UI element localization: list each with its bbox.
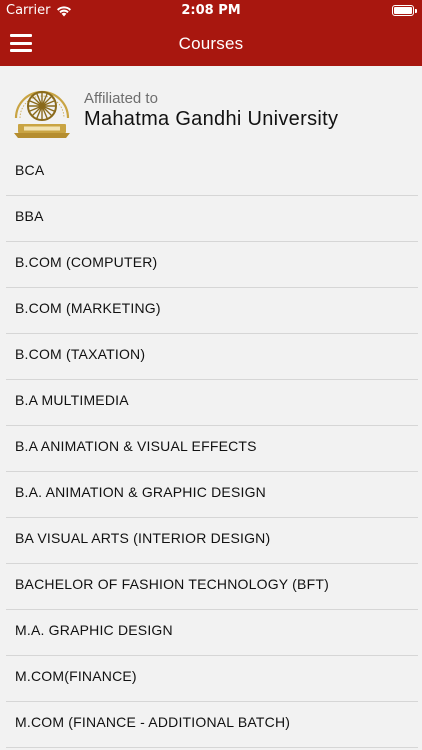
course-item-ma-graphic-design[interactable]: M.A. GRAPHIC DESIGN — [0, 610, 422, 656]
course-item-ba-animation-vfx[interactable]: B.A ANIMATION & VISUAL EFFECTS — [0, 426, 422, 472]
course-item-mcom-finance-additional[interactable]: M.COM (FINANCE - ADDITIONAL BATCH) — [0, 702, 422, 748]
course-item-bcom-taxation[interactable]: B.COM (TAXATION) — [0, 334, 422, 380]
battery-icon — [392, 5, 417, 16]
course-item-mcom-finance[interactable]: M.COM(FINANCE) — [0, 656, 422, 702]
course-list: BCA BBA B.COM (COMPUTER) B.COM (MARKETIN… — [0, 150, 422, 748]
screen: Carrier 2:08 PM Courses Affiliated to Ma… — [0, 0, 422, 750]
page-title: Courses — [178, 34, 244, 53]
course-item-ba-visual-arts[interactable]: BA VISUAL ARTS (INTERIOR DESIGN) — [0, 518, 422, 564]
course-item-bba[interactable]: BBA — [0, 196, 422, 242]
course-item-bcom-marketing[interactable]: B.COM (MARKETING) — [0, 288, 422, 334]
course-item-bft[interactable]: BACHELOR OF FASHION TECHNOLOGY (BFT) — [0, 564, 422, 610]
course-item-ba-multimedia[interactable]: B.A MULTIMEDIA — [0, 380, 422, 426]
course-item-bca[interactable]: BCA — [0, 150, 422, 196]
status-bar: Carrier 2:08 PM — [0, 0, 422, 22]
university-header: Affiliated to Mahatma Gandhi University — [0, 66, 422, 150]
university-emblem-icon — [14, 90, 70, 138]
course-item-ba-animation-graphic-design[interactable]: B.A. ANIMATION & GRAPHIC DESIGN — [0, 472, 422, 518]
affiliated-label: Affiliated to — [84, 90, 158, 107]
navigation-bar: Courses — [0, 22, 422, 66]
course-item-bcom-computer[interactable]: B.COM (COMPUTER) — [0, 242, 422, 288]
university-name: Mahatma Gandhi University — [84, 108, 339, 130]
status-time: 2:08 PM — [181, 3, 241, 18]
